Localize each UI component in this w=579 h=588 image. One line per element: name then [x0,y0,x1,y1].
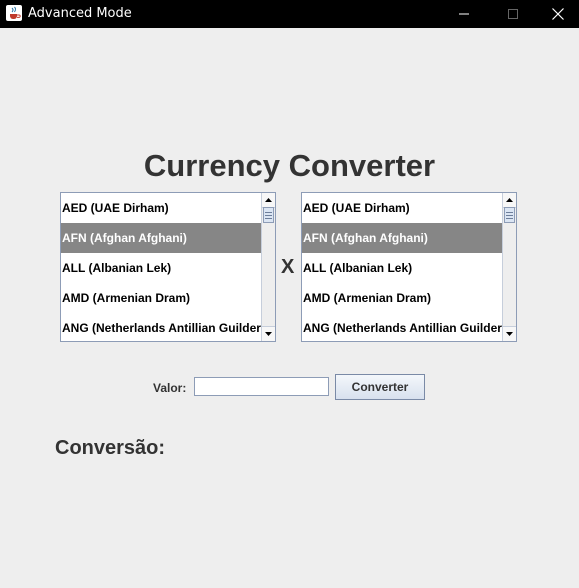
minimize-icon [459,13,469,15]
valor-label: Valor: [153,381,187,395]
arrow-down-icon [506,332,513,336]
list-item[interactable]: ALL (Albanian Lek) [61,253,262,283]
list-item[interactable]: ALL (Albanian Lek) [302,253,503,283]
arrow-up-icon [506,198,513,202]
convert-button[interactable]: Converter [335,374,425,400]
scroll-down-button[interactable] [503,326,516,341]
arrow-down-icon [265,332,272,336]
currency-to-list[interactable]: AED (UAE Dirham) AFN (Afghan Afghani) AL… [301,192,517,342]
maximize-icon [508,9,518,19]
list-item[interactable]: ANG (Netherlands Antillian Guilder) [61,313,262,341]
list-item[interactable]: AED (UAE Dirham) [61,193,262,223]
minimize-button[interactable] [441,0,487,28]
close-button[interactable] [535,0,579,28]
conversion-separator: X [281,256,295,278]
maximize-button[interactable] [490,0,536,28]
title-bar[interactable]: Advanced Mode [0,0,579,28]
scroll-up-button[interactable] [503,193,516,208]
scroll-down-button[interactable] [262,326,275,341]
list-item[interactable]: AMD (Armenian Dram) [61,283,262,313]
list-item-selected[interactable]: AFN (Afghan Afghani) [302,223,503,253]
scroll-up-button[interactable] [262,193,275,208]
window-title: Advanced Mode [28,6,132,21]
vertical-scrollbar[interactable] [502,193,516,341]
vertical-scrollbar[interactable] [261,193,275,341]
page-title: Currency Converter [143,148,436,183]
arrow-up-icon [265,198,272,202]
list-item[interactable]: AED (UAE Dirham) [302,193,503,223]
list-item-selected[interactable]: AFN (Afghan Afghani) [61,223,262,253]
close-icon [552,8,564,20]
valor-input[interactable] [194,377,329,396]
java-cup-icon [6,5,22,21]
conversion-result-label: Conversão: [55,437,166,459]
list-item[interactable]: AMD (Armenian Dram) [302,283,503,313]
scroll-thumb[interactable] [504,207,515,223]
list-item[interactable]: ANG (Netherlands Antillian Guilder) [302,313,503,341]
currency-from-list[interactable]: AED (UAE Dirham) AFN (Afghan Afghani) AL… [60,192,276,342]
scroll-thumb[interactable] [263,207,274,223]
